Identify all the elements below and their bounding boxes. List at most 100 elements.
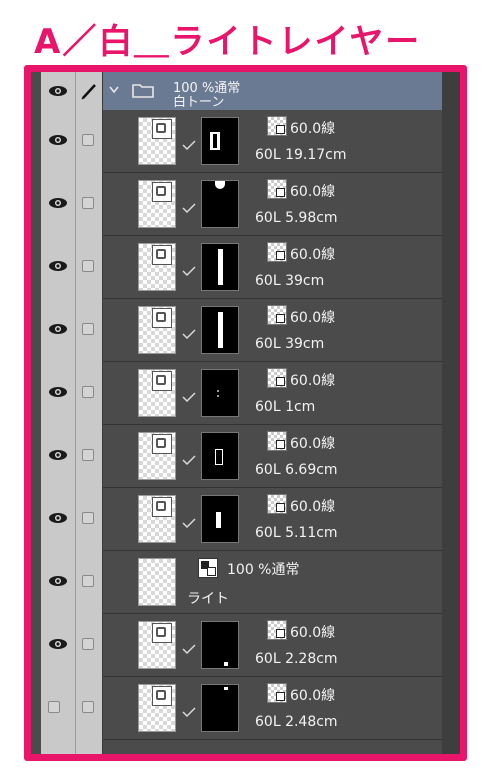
layer-thumbnail[interactable] — [138, 369, 176, 417]
tone-setting: 60.0線 — [290, 436, 336, 452]
edit-lock-checkbox[interactable] — [82, 512, 94, 524]
layer-row[interactable]: 60.0線 60L 1cm — [31, 362, 442, 425]
layer-info: 60L 19.17cm — [255, 147, 347, 163]
tone-icon — [267, 305, 287, 325]
tone-layer-badge-icon — [152, 497, 172, 517]
layer-row[interactable]: 60.0線 60L 19.17cm — [31, 110, 442, 173]
eye-icon[interactable] — [48, 386, 68, 398]
eye-icon[interactable] — [48, 260, 68, 272]
tone-icon — [267, 494, 287, 514]
tone-layer-badge-icon — [152, 182, 172, 202]
eye-icon[interactable] — [48, 197, 68, 209]
layer-row[interactable]: 60.0線 60L 39cm — [31, 236, 442, 299]
layer-thumbnail[interactable] — [138, 432, 176, 480]
highlight-frame: 100 %通常 白トーン 60.0線 60L 19.17cm 60.0線 60L 5.… — [24, 65, 467, 761]
edit-lock-checkbox[interactable] — [82, 260, 94, 272]
layer-info: 60L 1cm — [255, 399, 316, 415]
tone-layer-badge-icon — [152, 686, 172, 706]
tone-setting: 60.0線 — [290, 247, 336, 263]
mask-thumbnail[interactable] — [201, 369, 239, 417]
layer-thumbnail[interactable] — [138, 684, 176, 732]
tone-setting: 60.0線 — [290, 121, 336, 137]
layer-thumbnail[interactable] — [138, 306, 176, 354]
layer-info: 60L 2.48cm — [255, 714, 338, 730]
edit-lock-checkbox[interactable] — [82, 134, 94, 146]
check-icon — [182, 266, 196, 276]
layer-thumbnail[interactable] — [138, 558, 176, 606]
mask-thumbnail[interactable] — [201, 180, 239, 228]
layer-row[interactable]: 60.0線 60L 5.11cm — [31, 488, 442, 551]
eye-icon[interactable] — [48, 638, 68, 650]
mask-thumbnail[interactable] — [201, 495, 239, 543]
layer-thumbnail[interactable] — [138, 243, 176, 291]
row-divider — [103, 739, 442, 740]
eye-icon[interactable] — [48, 134, 68, 146]
tone-icon — [267, 116, 287, 136]
layer-info: 60L 39cm — [255, 273, 325, 289]
edit-lock-checkbox[interactable] — [82, 197, 94, 209]
edit-lock-checkbox[interactable] — [82, 449, 94, 461]
layer-blend-mode: 100 %通常 — [227, 562, 300, 578]
edit-lock-checkbox[interactable] — [82, 638, 94, 650]
check-icon — [182, 644, 196, 654]
tone-layer-badge-icon — [152, 434, 172, 454]
check-icon — [182, 203, 196, 213]
tone-layer-badge-icon — [152, 119, 172, 139]
edit-lock-checkbox[interactable] — [82, 323, 94, 335]
mask-thumbnail[interactable] — [201, 306, 239, 354]
tone-layer-badge-icon — [152, 308, 172, 328]
eye-icon[interactable] — [48, 323, 68, 335]
tone-layer-badge-icon — [152, 245, 172, 265]
edit-lock-checkbox[interactable] — [82, 386, 94, 398]
mask-thumbnail[interactable] — [201, 432, 239, 480]
check-icon — [182, 329, 196, 339]
layer-info: 60L 2.28cm — [255, 651, 338, 667]
tone-icon — [267, 368, 287, 388]
check-icon — [182, 140, 196, 150]
pencil-icon[interactable] — [80, 82, 98, 100]
visibility-checkbox[interactable] — [48, 701, 60, 713]
eye-icon[interactable] — [48, 575, 68, 587]
layer-row[interactable]: 60.0線 60L 2.48cm — [31, 677, 442, 740]
layer-name: ライト — [187, 591, 229, 607]
tone-layer-badge-icon — [152, 623, 172, 643]
tone-icon — [267, 620, 287, 640]
layer-thumbnail[interactable] — [138, 621, 176, 669]
layer-row[interactable]: 60.0線 60L 6.69cm — [31, 425, 442, 488]
eye-icon[interactable] — [48, 85, 68, 97]
tone-setting: 60.0線 — [290, 625, 336, 641]
layer-type-icon — [198, 558, 218, 578]
layer-row[interactable]: 60.0線 60L 5.98cm — [31, 173, 442, 236]
layer-row[interactable]: 60.0線 60L 39cm — [31, 299, 442, 362]
eye-icon[interactable] — [48, 449, 68, 461]
edit-lock-checkbox[interactable] — [82, 575, 94, 587]
tone-setting: 60.0線 — [290, 184, 336, 200]
folder-name: 白トーン — [173, 95, 225, 110]
layer-thumbnail[interactable] — [138, 180, 176, 228]
mask-thumbnail[interactable] — [201, 684, 239, 732]
eye-icon[interactable] — [48, 512, 68, 524]
mask-thumbnail[interactable] — [201, 117, 239, 165]
layer-thumbnail[interactable] — [138, 495, 176, 543]
tone-icon — [267, 431, 287, 451]
layer-panel: 100 %通常 白トーン 60.0線 60L 19.17cm 60.0線 60L 5.… — [31, 72, 460, 754]
check-icon — [182, 455, 196, 465]
tone-setting: 60.0線 — [290, 310, 336, 326]
check-icon — [182, 707, 196, 717]
layer-row[interactable]: 60.0線 60L 2.28cm — [31, 614, 442, 677]
mask-thumbnail[interactable] — [201, 621, 239, 669]
layer-info: 60L 39cm — [255, 336, 325, 352]
layer-thumbnail[interactable] — [138, 117, 176, 165]
layer-folder-row[interactable]: 100 %通常 白トーン — [31, 72, 442, 110]
light-layer-row[interactable]: 100 %通常ライト — [31, 551, 442, 614]
check-icon — [182, 392, 196, 402]
tone-setting: 60.0線 — [290, 373, 336, 389]
layer-info: 60L 6.69cm — [255, 462, 338, 478]
folder-icon — [132, 84, 154, 98]
scrollbar[interactable] — [442, 72, 460, 754]
mask-thumbnail[interactable] — [201, 243, 239, 291]
tone-icon — [267, 242, 287, 262]
edit-lock-checkbox[interactable] — [82, 701, 94, 713]
page-heading: A／白＿ライトレイヤー — [34, 22, 422, 62]
chevron-down-icon[interactable] — [109, 86, 119, 94]
